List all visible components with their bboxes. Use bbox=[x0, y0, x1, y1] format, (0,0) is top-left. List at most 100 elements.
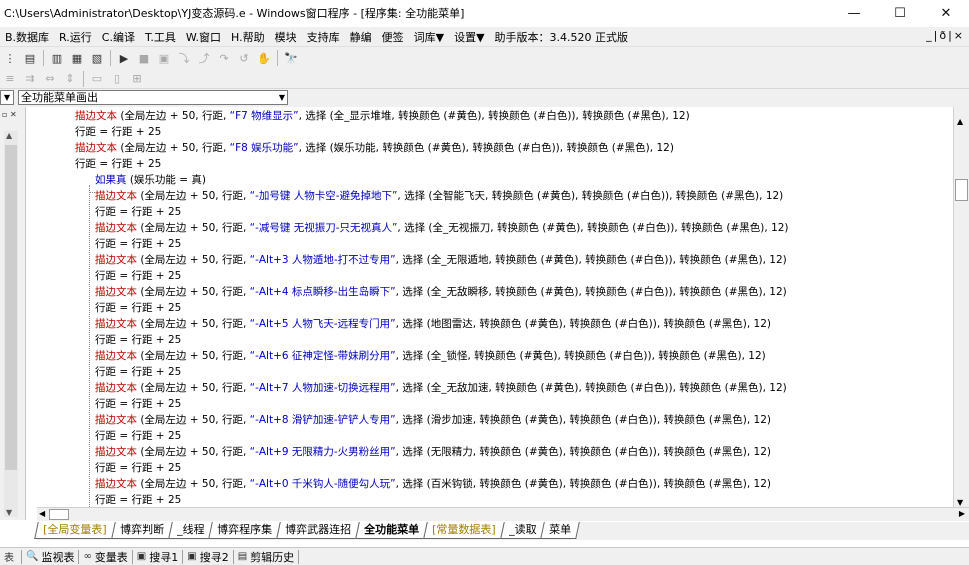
run-to-cursor-icon[interactable]: ↺ bbox=[236, 50, 252, 66]
code-line[interactable]: 描边文本 (全局左边 + 50, 行距, “F7 物维显示”, 选择 (全_显示… bbox=[75, 108, 690, 124]
code-line[interactable]: 行距 = 行距 + 25 bbox=[95, 204, 181, 220]
panel-controls-icon[interactable]: ▫ ✕ bbox=[2, 110, 17, 119]
code-line[interactable]: 描边文本 (全局左边 + 50, 行距, “-Alt+9 无限精力-火男粉丝用”… bbox=[95, 444, 771, 460]
code-line[interactable]: 行距 = 行距 + 25 bbox=[95, 492, 181, 507]
minimize-button[interactable]: — bbox=[831, 0, 877, 26]
subroutine-combo[interactable]: 全功能菜单画出 ▼ bbox=[18, 90, 288, 105]
code-line[interactable]: 行距 = 行距 + 25 bbox=[95, 396, 181, 412]
format-7-icon[interactable]: ⊞ bbox=[129, 71, 145, 87]
code-line[interactable]: 描边文本 (全局左边 + 50, 行距, “-Alt+7 人物加速-切换远程用”… bbox=[95, 380, 787, 396]
code-line[interactable]: 如果真 (娱乐功能 = 真) bbox=[95, 172, 206, 188]
panel-tab-5[interactable]: ▤ 剪辑历史 bbox=[234, 549, 300, 564]
code-line[interactable]: 行距 = 行距 + 25 bbox=[75, 156, 161, 172]
panel-tab-2[interactable]: ∞ 变量表 bbox=[79, 549, 133, 564]
code-line[interactable]: 行距 = 行距 + 25 bbox=[95, 460, 181, 476]
editor-vertical-scrollbar[interactable]: ▲ ▼ bbox=[953, 107, 969, 509]
horizontal-scrollbar-thumb[interactable] bbox=[49, 509, 69, 520]
code-line[interactable]: 描边文本 (全局左边 + 50, 行距, “-Alt+5 人物飞天-远程专门用”… bbox=[95, 316, 771, 332]
hand-icon[interactable]: ✋ bbox=[256, 50, 272, 66]
code-args: (全局左边 + 50, 行距, bbox=[137, 478, 250, 490]
menu-item[interactable]: T.工具 bbox=[140, 29, 181, 45]
scroll-down-icon[interactable]: ▼ bbox=[957, 498, 963, 507]
tab-0[interactable]: [全局变量表] bbox=[34, 522, 116, 539]
code-line[interactable]: 描边文本 (全局左边 + 50, 行距, “-Alt+6 征神定怪-带妹刷分用”… bbox=[95, 348, 766, 364]
scroll-right-icon[interactable]: ▶ bbox=[959, 509, 965, 518]
panel-tab-0[interactable]: 表 bbox=[0, 549, 22, 564]
tab-6[interactable]: [常量数据表] bbox=[423, 522, 505, 539]
menu-item[interactable]: 支持库 bbox=[302, 29, 345, 45]
find-icon[interactable]: 🔭 bbox=[283, 50, 299, 66]
tab-7[interactable]: _读取 bbox=[499, 522, 545, 539]
menu-item[interactable]: W.窗口 bbox=[181, 29, 226, 45]
code-command: 行距 = 行距 + 25 bbox=[95, 270, 182, 282]
chevron-down-icon[interactable]: ▼ bbox=[279, 91, 285, 104]
format-6-icon[interactable]: ▯ bbox=[109, 71, 125, 87]
format-4-icon[interactable]: ⇕ bbox=[62, 71, 78, 87]
menu-item[interactable]: 设置▼ bbox=[449, 29, 489, 45]
code-line[interactable]: 描边文本 (全局左边 + 50, 行距, “-Alt+4 标点瞬移-出生岛瞬下”… bbox=[95, 284, 787, 300]
view-icon[interactable]: ▤ bbox=[22, 50, 38, 66]
code-line[interactable]: 描边文本 (全局左边 + 50, 行距, “-Alt+3 人物遁地-打不过专用”… bbox=[95, 252, 787, 268]
run-icon[interactable]: ▶ bbox=[116, 50, 132, 66]
menu-item[interactable]: H.帮助 bbox=[226, 29, 270, 45]
tab-8[interactable]: 菜单 bbox=[540, 522, 580, 539]
menu-item[interactable]: R.运行 bbox=[54, 29, 97, 45]
scroll-up-icon[interactable]: ▲ bbox=[957, 117, 963, 126]
format-2-icon[interactable]: ⇉ bbox=[22, 71, 38, 87]
editor-horizontal-scrollbar[interactable]: ◀ ▶ bbox=[37, 507, 969, 521]
code-line[interactable]: 描边文本 (全局左边 + 50, 行距, “-加号键 人物卡空-避免掉地下”, … bbox=[95, 188, 783, 204]
scroll-up-icon[interactable]: ▲ bbox=[6, 131, 12, 140]
code-line[interactable]: 行距 = 行距 + 25 bbox=[95, 332, 181, 348]
code-line[interactable]: 行距 = 行距 + 25 bbox=[95, 300, 181, 316]
code-rest: , 选择 (滑步加速, 转换颜色 (#黄色), 转换颜色 (#白色)), 转换颜… bbox=[395, 414, 771, 426]
menu-item[interactable]: 模块 bbox=[270, 29, 302, 45]
panel-tab-1[interactable]: 🔍 监视表 bbox=[22, 549, 80, 564]
code-line[interactable]: 行距 = 行距 + 25 bbox=[95, 364, 181, 380]
code-line[interactable]: 描边文本 (全局左边 + 50, 行距, “-Alt+0 千米钩人-随便勾人玩”… bbox=[95, 476, 771, 492]
close-button[interactable]: ✕ bbox=[923, 0, 969, 26]
panel-tab-4[interactable]: ▣ 搜寻2 bbox=[183, 549, 234, 564]
code-command: 描边文本 bbox=[95, 286, 137, 298]
tab-3[interactable]: 博弈程序集 bbox=[208, 522, 281, 539]
step-out-icon[interactable]: ↷ bbox=[216, 50, 232, 66]
menu-item[interactable]: C.编译 bbox=[97, 29, 140, 45]
left-scrollbar[interactable]: ▲ ▼ bbox=[4, 131, 18, 517]
menu-item[interactable]: 词库▼ bbox=[409, 29, 449, 45]
step-icon[interactable]: ▣ bbox=[156, 50, 172, 66]
scroll-down-icon[interactable]: ▼ bbox=[6, 508, 12, 517]
code-string: “F8 娱乐功能” bbox=[229, 142, 299, 154]
subroutine-selector-row: ▼ 全功能菜单画出 ▼ bbox=[0, 89, 969, 107]
menu-item[interactable]: 便签 bbox=[377, 29, 409, 45]
scroll-left-icon[interactable]: ◀ bbox=[39, 509, 45, 518]
maximize-button[interactable]: ☐ bbox=[877, 0, 923, 26]
tab-4[interactable]: 博弈武器连招 bbox=[276, 522, 360, 539]
step-into-icon[interactable]: ⤵ bbox=[176, 50, 192, 66]
code-line[interactable]: 行距 = 行距 + 25 bbox=[95, 268, 181, 284]
layout-2-icon[interactable]: ▦ bbox=[69, 50, 85, 66]
vertical-scrollbar-thumb[interactable] bbox=[955, 179, 968, 201]
tab-5[interactable]: 全功能菜单 bbox=[355, 522, 428, 539]
format-1-icon[interactable]: ≡ bbox=[2, 71, 18, 87]
menu-item[interactable]: B.数据库 bbox=[0, 29, 54, 45]
step-over-icon[interactable]: ⤴ bbox=[196, 50, 212, 66]
panel-tab-3[interactable]: ▣ 搜寻1 bbox=[133, 549, 184, 564]
menu-item[interactable]: 静编 bbox=[345, 29, 377, 45]
dropdown-arrow-icon[interactable]: ▼ bbox=[0, 90, 14, 105]
tab-2[interactable]: _线程 bbox=[167, 522, 213, 539]
menu-item[interactable]: 助手版本：3.4.520 正式版 bbox=[490, 29, 633, 45]
code-line[interactable]: 描边文本 (全局左边 + 50, 行距, “F8 娱乐功能”, 选择 (娱乐功能… bbox=[75, 140, 674, 156]
mdi-controls[interactable]: _|ð|× bbox=[926, 29, 965, 42]
code-editor[interactable]: 描边文本 (全局左边 + 50, 行距, “F7 物维显示”, 选择 (全_显示… bbox=[37, 107, 953, 507]
stop-icon[interactable]: ■ bbox=[136, 50, 152, 66]
format-5-icon[interactable]: ▭ bbox=[89, 71, 105, 87]
code-line[interactable]: 描边文本 (全局左边 + 50, 行距, “-减号键 无视振刀-只无视真人”, … bbox=[95, 220, 789, 236]
code-line[interactable]: 行距 = 行距 + 25 bbox=[75, 124, 161, 140]
code-line[interactable]: 描边文本 (全局左边 + 50, 行距, “-Alt+8 滑铲加速-铲铲人专用”… bbox=[95, 412, 771, 428]
layout-1-icon[interactable]: ▥ bbox=[49, 50, 65, 66]
layout-3-icon[interactable]: ▧ bbox=[89, 50, 105, 66]
left-scrollbar-thumb[interactable] bbox=[5, 145, 17, 470]
tab-1[interactable]: 博弈判断 bbox=[110, 522, 173, 539]
code-line[interactable]: 行距 = 行距 + 25 bbox=[95, 428, 181, 444]
code-line[interactable]: 行距 = 行距 + 25 bbox=[95, 236, 181, 252]
format-3-icon[interactable]: ⇔ bbox=[42, 71, 58, 87]
